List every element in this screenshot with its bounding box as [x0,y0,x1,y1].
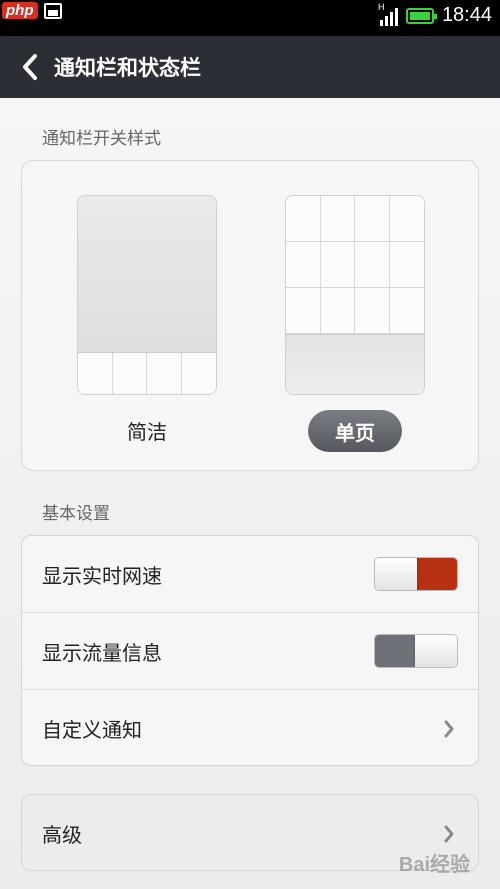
setting-label: 自定义通知 [42,718,142,742]
status-time: 18:44 [441,4,492,26]
setting-label: 显示实时网速 [42,563,162,588]
watermark-logo: Bai经验 [398,854,470,876]
status-left: php [2,2,62,19]
setting-label: 显示流量信息 [42,640,162,665]
battery-icon [405,7,437,24]
setting-row-traffic-info[interactable]: 显示流量信息 [22,613,478,690]
status-bar: php H 18:44 [0,0,500,36]
traffic-info-toggle[interactable] [374,634,458,668]
section-label-basic: 基本设置 [42,504,110,524]
notification-style-card: 简洁 单页 [21,160,479,471]
style-page-selected-button[interactable]: 单页 [308,410,402,452]
network-speed-toggle[interactable] [374,557,458,591]
php-badge: php [2,2,38,19]
section-label-style: 通知栏开关样式 [42,129,161,149]
chevron-right-icon [440,718,458,740]
signal-icon: H [378,2,398,26]
chevron-left-icon[interactable] [6,36,54,98]
network-type-label: H [377,1,385,12]
image-notification-icon [43,2,62,19]
action-bar: 通知栏和状态栏 [0,36,500,98]
style-simple-preview[interactable] [77,195,217,395]
setting-row-custom-notification[interactable]: 自定义通知 [22,690,478,765]
style-page-preview[interactable] [285,195,425,395]
style-simple-label[interactable]: 简洁 [77,416,217,445]
setting-row-network-speed[interactable]: 显示实时网速 [22,536,478,613]
status-right: H 18:44 [378,2,492,27]
chevron-right-icon [440,823,458,845]
basic-settings-list: 显示实时网速 显示流量信息 自定义通知 [21,535,479,766]
page-title: 通知栏和状态栏 [54,56,201,80]
setting-label: 高级 [42,823,82,847]
